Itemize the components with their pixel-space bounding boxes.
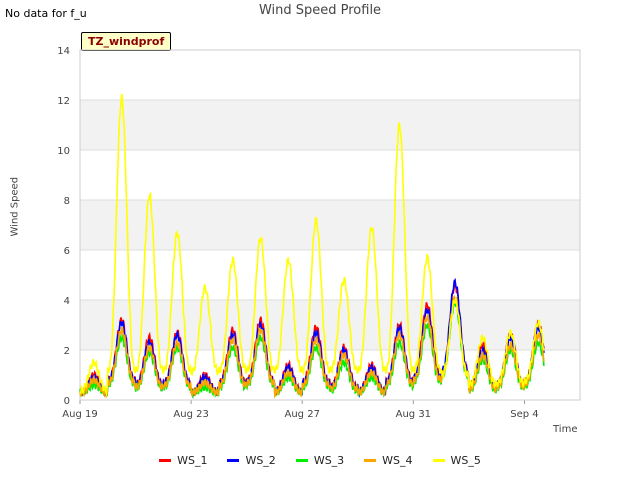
grid-band bbox=[80, 200, 580, 250]
legend-item-ws1: WS_1 bbox=[159, 454, 207, 467]
y-tick-label: 8 bbox=[64, 196, 70, 207]
legend-label-ws3: WS_3 bbox=[313, 454, 345, 467]
legend-label-ws1: WS_1 bbox=[177, 454, 208, 467]
legend-swatch-ws2 bbox=[227, 459, 240, 462]
legend-label-ws4: WS_4 bbox=[382, 454, 413, 467]
x-tick-label: Aug 31 bbox=[396, 409, 431, 420]
legend-label-ws5: WS_5 bbox=[450, 454, 481, 467]
y-tick-label: 0 bbox=[64, 396, 70, 407]
legend-label-ws2: WS_2 bbox=[245, 454, 276, 467]
legend-item-ws4: WS_4 bbox=[364, 454, 413, 467]
x-tick-label: Sep 4 bbox=[510, 409, 538, 420]
legend-swatch-ws5 bbox=[432, 459, 445, 462]
legend: WS_1 WS_2 WS_3 WS_4 WS_5 bbox=[0, 454, 640, 467]
y-tick-label: 6 bbox=[64, 246, 70, 257]
legend-item-ws5: WS_5 bbox=[432, 454, 481, 467]
x-tick-label: Aug 19 bbox=[62, 409, 97, 420]
x-tick-label: Aug 27 bbox=[285, 409, 320, 420]
legend-item-ws3: WS_3 bbox=[295, 454, 345, 467]
legend-swatch-ws3 bbox=[295, 459, 308, 462]
legend-swatch-ws1 bbox=[159, 459, 172, 462]
grid-band bbox=[80, 300, 580, 350]
chart-area: 0 2 4 6 8 10 12 14 Aug 19 Aug 23 Aug 27 Aug 31 Sep 4 bbox=[57, 46, 581, 420]
y-tick-label: 4 bbox=[64, 296, 70, 307]
legend-item-ws2: WS_2 bbox=[227, 454, 276, 467]
y-tick-label: 14 bbox=[57, 46, 70, 57]
grid-band bbox=[80, 100, 580, 150]
y-tick-label: 12 bbox=[57, 96, 70, 107]
x-tick-label: Aug 23 bbox=[173, 409, 208, 420]
y-tick-label: 2 bbox=[64, 346, 70, 357]
y-tick-label: 10 bbox=[57, 146, 70, 157]
legend-swatch-ws4 bbox=[364, 459, 377, 462]
